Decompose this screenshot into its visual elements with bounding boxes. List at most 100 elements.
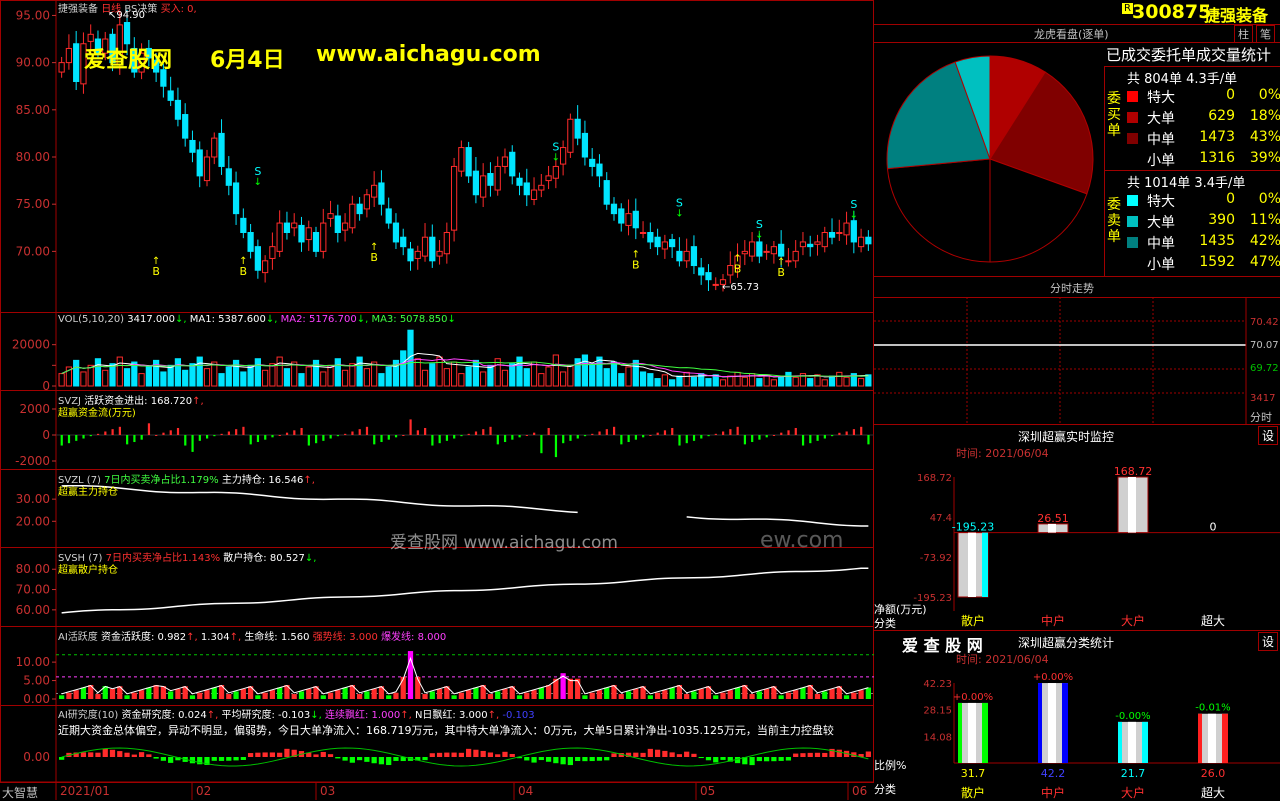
candle-body [865,236,872,245]
candle-body [792,250,799,262]
vol-bar [828,375,836,387]
corner-label[interactable]: 大智慧 [2,784,38,801]
buy-count: 1316 [1199,150,1235,166]
svzj-bar [547,427,550,435]
air-bar [117,751,123,757]
air-bar [444,752,450,757]
svzj-bar [511,435,514,440]
ai-tick-label: 10.00 [16,655,50,669]
ai-bar [277,687,283,699]
candle-body [552,165,559,179]
buy-count: 629 [1208,108,1235,124]
monitor-bar-label: 散户 [961,613,985,628]
candle-body [857,236,865,248]
vol-bar [807,378,814,387]
svzj-bar [373,435,376,445]
svzj-bar [692,435,696,441]
sell-count: 1435 [1199,233,1235,249]
vol-bar [559,371,567,387]
svzj-tick-label: 2000 [19,402,50,416]
air-bar [146,754,152,757]
candle-body [182,114,189,139]
air-bar [458,752,464,757]
candle-body [581,132,589,158]
air-bar [684,751,690,757]
vol-bar [545,366,552,387]
svzj-bar [627,435,630,443]
ai-bar [436,688,443,699]
vol-bar [683,371,690,387]
buy-row: 大单 629 18% [1127,108,1280,128]
air-bar [582,757,588,762]
intraday-tick-mid: 70.07 [1250,340,1279,351]
buy-row: 中单 1473 43% [1127,129,1280,149]
svzj-bar [96,433,100,435]
candle-body [327,213,334,219]
vol-header: VOL(5,10,20) 3417.000↓, MA1: 5387.600↓, … [58,314,456,325]
air-bar [589,757,595,762]
vol-bar [80,371,87,387]
air-bar [763,757,770,762]
air-bar [80,752,87,757]
air-bar [545,757,552,762]
monitor-tick-label: 168.72 [917,473,952,484]
svzj-bar [89,435,92,437]
air-bar [596,757,603,761]
vol-bar [298,373,305,387]
vol-bar [836,371,843,387]
svzj-bar [860,426,863,435]
candle-body [603,180,610,205]
class-bar-delta: -0.01% [1195,703,1230,714]
svsh-tick-label: 70.00 [16,583,50,597]
svzj-bar [329,435,332,439]
intraday-panel[interactable]: 分时走势 70.42 70.07 69.72 3417 分时 [874,276,1280,425]
air-bar [342,757,348,761]
sell-row: 特大 0 0% [1127,191,1280,211]
svzj-bar [758,435,761,440]
class-bar-label: 大户 [1121,785,1145,800]
air-bar [429,753,435,757]
stock-title: 捷强装备 [58,4,98,15]
ai-bar [262,692,268,699]
x-axis-month: 05 [700,784,716,798]
chart-area[interactable]: 95.00 90.00 85.00 80.00 75.00 70.00 ↑ B ↑ B ↑ B ↑ B ↑ B… [0,0,874,800]
air-bar [211,757,217,761]
monitor-panel: 深圳超赢实时监控 设 时间: 2021/06/04 168.72 47.4 -73.… [874,424,1280,631]
sell-swatch [1127,195,1138,206]
ai-bar [596,690,603,699]
candle-body [472,170,480,196]
ai-bar [516,695,523,699]
ai-bar [429,691,435,699]
vol-bar [603,368,610,387]
svzj-bar [336,435,340,437]
vol-bar [480,371,487,387]
candle-body [480,175,487,198]
svzj-bar [671,427,674,435]
svzj-bar [656,432,659,435]
ai-bar [466,690,472,699]
svzj-bar [205,435,209,439]
air-bar [524,757,530,761]
air-bar [240,757,246,760]
vol-bar [552,354,559,387]
class-panel: 爱 查 股 网 深圳超赢分类统计 设 时间: 2021/06/04 42.23 2… [874,630,1280,801]
air-bar [247,753,254,757]
ai-bar [371,688,377,699]
vol-bar [487,364,494,387]
vol-bar [109,363,116,387]
ai-bar [146,687,152,699]
buy-row: 小单 1316 39% [1127,150,1280,170]
svzj-bar [82,435,85,439]
svzj-tick-label: -2000 [15,454,50,468]
buy-name: 中单 [1147,132,1175,148]
svzj-bar [663,430,667,435]
candle-body [698,267,705,276]
candle-body [828,232,836,238]
low-label: ←65.73 [722,282,760,293]
ai-bar [226,694,232,699]
buy-percent: 43% [1249,129,1280,145]
vol-bar [254,358,261,387]
class-bar-edge [1142,721,1148,763]
svzj-bar [147,423,151,435]
svzj-bar [315,435,318,444]
